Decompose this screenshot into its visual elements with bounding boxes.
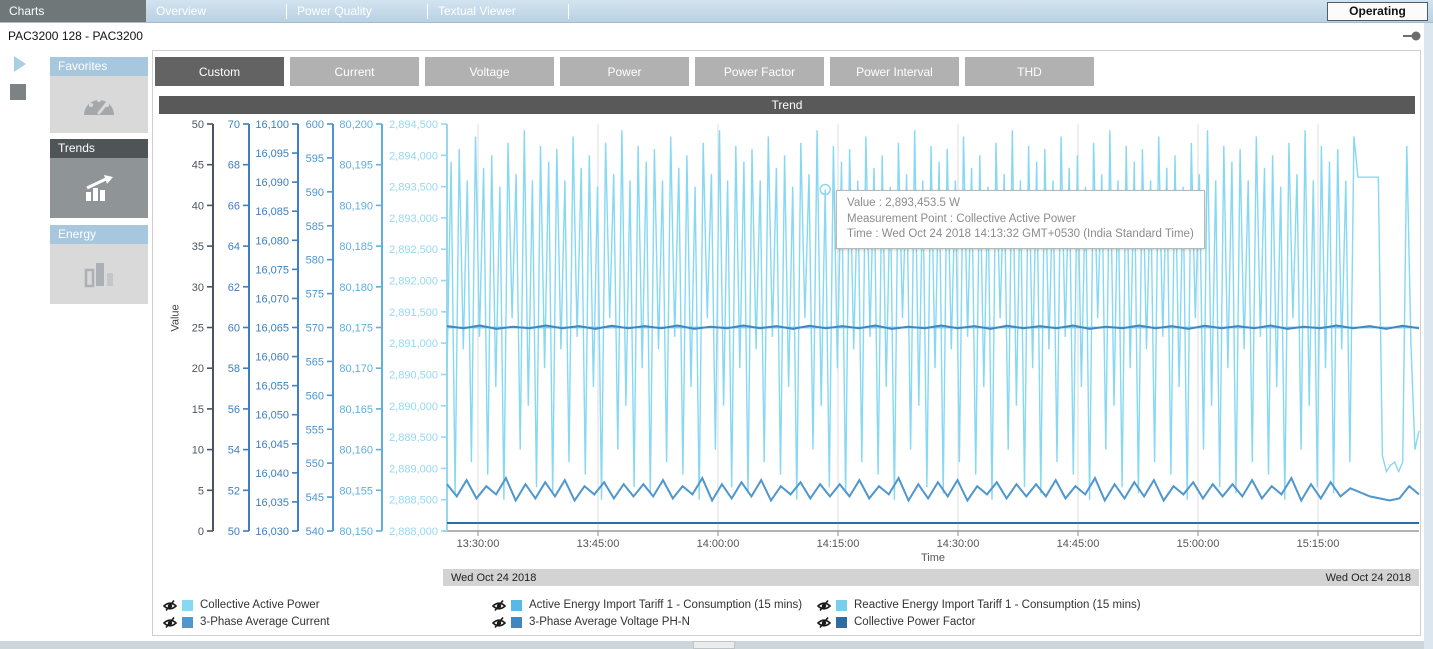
legend-item-3-phase-average-voltage-ph-n[interactable]: 3-Phase Average Voltage PH-N	[492, 615, 802, 629]
chart-tab-power-interval[interactable]: Power Interval	[830, 57, 959, 86]
operating-status-button[interactable]: Operating	[1327, 2, 1428, 21]
legend-label: Reactive Energy Import Tariff 1 - Consum…	[854, 599, 1141, 611]
trends-header: Trends	[50, 139, 148, 158]
legend-label: Collective Power Factor	[854, 616, 975, 628]
sidebar-item-favorites[interactable]: Favorites	[50, 57, 148, 133]
legend-item-collective-power-factor[interactable]: Collective Power Factor	[817, 615, 1141, 629]
nav-tab-overview[interactable]: Overview	[146, 4, 286, 18]
favorites-header: Favorites	[50, 57, 148, 76]
device-label: PAC3200 128 - PAC3200	[8, 29, 143, 43]
date-right: Wed Oct 24 2018	[1326, 572, 1411, 584]
energy-body[interactable]	[50, 244, 148, 304]
legend-item-collective-active-power[interactable]: Collective Active Power	[163, 598, 330, 612]
legend-label: Active Energy Import Tariff 1 - Consumpt…	[529, 599, 802, 611]
legend-item-active-energy-import-tariff-1-consumption-15-mins[interactable]: Active Energy Import Tariff 1 - Consumpt…	[492, 598, 802, 612]
date-range-band: Wed Oct 24 2018 Wed Oct 24 2018	[443, 569, 1419, 586]
expand-arrow-icon[interactable]	[14, 56, 26, 72]
chart-tab-thd[interactable]: THD	[965, 57, 1094, 86]
legend-column-2: Active Energy Import Tariff 1 - Consumpt…	[492, 598, 802, 632]
legend-swatch	[182, 600, 193, 611]
nav-tab-textual-viewer[interactable]: Textual Viewer	[428, 4, 568, 18]
visibility-icon[interactable]	[817, 616, 831, 629]
nav-tab-charts[interactable]: Charts	[0, 0, 146, 22]
tooltip-measurement-point: Measurement Point : Collective Active Po…	[847, 212, 1194, 228]
tooltip-value: Value : 2,893,453.5 W	[847, 196, 1194, 212]
sidebar-item-energy[interactable]: Energy	[50, 225, 148, 304]
horizontal-scrollbar-thumb[interactable]	[693, 641, 735, 649]
visibility-icon[interactable]	[492, 599, 506, 612]
horizontal-scrollbar[interactable]	[0, 641, 1424, 649]
legend-item-reactive-energy-import-tariff-1-consumption-15-mins[interactable]: Reactive Energy Import Tariff 1 - Consum…	[817, 598, 1141, 612]
top-navigation-bar: Charts OverviewPower QualityTextual View…	[0, 0, 1433, 23]
visibility-icon[interactable]	[492, 616, 506, 629]
visibility-icon[interactable]	[163, 616, 177, 629]
energy-header: Energy	[50, 225, 148, 244]
y-axis-title: Value	[170, 304, 182, 331]
trend-plot-area[interactable]	[447, 124, 1419, 531]
rail-square-icon[interactable]	[10, 84, 26, 100]
visibility-icon[interactable]	[817, 599, 831, 612]
gauge-icon	[80, 91, 118, 119]
legend-column-1: Collective Active Power 3-Phase Average C…	[163, 598, 330, 632]
legend-label: 3-Phase Average Voltage PH-N	[529, 616, 690, 628]
trends-body[interactable]	[50, 158, 148, 218]
chart-tab-power[interactable]: Power	[560, 57, 689, 86]
nav-tab-power-quality[interactable]: Power Quality	[287, 4, 427, 18]
date-left: Wed Oct 24 2018	[451, 572, 536, 584]
legend-swatch	[836, 600, 847, 611]
nav-separator	[568, 4, 569, 19]
favorites-body[interactable]	[50, 76, 148, 133]
tooltip-time: Time : Wed Oct 24 2018 14:13:32 GMT+0530…	[847, 227, 1194, 243]
legend-swatch	[511, 617, 522, 628]
visibility-icon[interactable]	[163, 599, 177, 612]
legend-item-3-phase-average-current[interactable]: 3-Phase Average Current	[163, 615, 330, 629]
vertical-scrollbar[interactable]	[1424, 23, 1433, 649]
energy-bars-icon	[82, 260, 116, 288]
nav-tabs: OverviewPower QualityTextual Viewer	[146, 0, 569, 22]
legend-label: 3-Phase Average Current	[200, 616, 330, 628]
chart-tab-power-factor[interactable]: Power Factor	[695, 57, 824, 86]
chart-category-buttons: CustomCurrentVoltagePowerPower FactorPow…	[155, 57, 1100, 86]
app-window: Charts OverviewPower QualityTextual View…	[0, 0, 1433, 649]
legend-label: Collective Active Power	[200, 599, 320, 611]
pin-icon[interactable]	[1402, 30, 1422, 42]
chart-tab-current[interactable]: Current	[290, 57, 419, 86]
legend-column-3: Reactive Energy Import Tariff 1 - Consum…	[817, 598, 1141, 632]
sidebar-item-trends[interactable]: Trends	[50, 139, 148, 218]
trend-chart-icon	[82, 174, 116, 202]
legend-swatch	[836, 617, 847, 628]
data-point-tooltip: Value : 2,893,453.5 W Measurement Point …	[836, 190, 1205, 249]
device-bar: PAC3200 128 - PAC3200	[0, 23, 1424, 48]
chart-tab-custom[interactable]: Custom	[155, 57, 284, 86]
trend-title-bar: Trend	[159, 96, 1415, 114]
legend-swatch	[182, 617, 193, 628]
legend-swatch	[511, 600, 522, 611]
chart-tab-voltage[interactable]: Voltage	[425, 57, 554, 86]
